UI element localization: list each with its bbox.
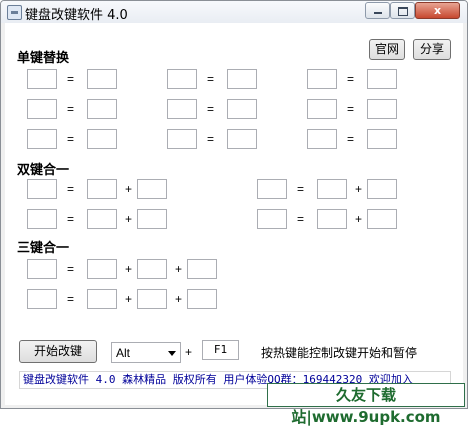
modifier-select-value: Alt: [116, 346, 131, 360]
single-src-input[interactable]: [307, 99, 337, 119]
watermark-banner: 久友下载站|www.9upk.com: [267, 383, 465, 426]
double-key2-input[interactable]: [137, 179, 167, 199]
single-dst-input[interactable]: [367, 129, 397, 149]
plus-sign: +: [185, 345, 193, 359]
equals-sign: =: [67, 212, 75, 226]
double-key1-input[interactable]: [87, 209, 117, 229]
plus-sign: +: [125, 292, 133, 306]
window-title: 键盘改键软件 4.0: [25, 8, 128, 23]
equals-sign: =: [207, 72, 215, 86]
equals-sign: =: [297, 182, 305, 196]
double-key2-input[interactable]: [367, 179, 397, 199]
title-bar: 键盘改键软件 4.0 x: [1, 1, 467, 23]
single-dst-input[interactable]: [87, 129, 117, 149]
single-src-input[interactable]: [27, 129, 57, 149]
double-dst-input[interactable]: [27, 209, 57, 229]
hotkey-input[interactable]: F1: [202, 340, 239, 360]
share-button[interactable]: 分享: [413, 39, 451, 60]
equals-sign: =: [207, 132, 215, 146]
single-src-input[interactable]: [307, 129, 337, 149]
close-icon[interactable]: x: [415, 2, 460, 19]
hotkey-hint: 按热键能控制改键开始和暂停: [261, 346, 418, 360]
single-src-input[interactable]: [167, 129, 197, 149]
section-title-single: 单键替换: [17, 51, 70, 66]
equals-sign: =: [67, 182, 75, 196]
single-dst-input[interactable]: [227, 99, 257, 119]
plus-sign: +: [125, 182, 133, 196]
single-src-input[interactable]: [27, 99, 57, 119]
plus-sign: +: [355, 212, 363, 226]
triple-dst-input[interactable]: [27, 259, 57, 279]
equals-sign: =: [207, 102, 215, 116]
plus-sign: +: [175, 292, 183, 306]
single-dst-input[interactable]: [87, 69, 117, 89]
plus-sign: +: [355, 182, 363, 196]
triple-key1-input[interactable]: [87, 289, 117, 309]
single-src-input[interactable]: [307, 69, 337, 89]
triple-key2-input[interactable]: [137, 259, 167, 279]
double-dst-input[interactable]: [257, 179, 287, 199]
section-title-triple: 三键合一: [17, 241, 70, 256]
triple-key3-input[interactable]: [187, 259, 217, 279]
equals-sign: =: [347, 72, 355, 86]
single-src-input[interactable]: [27, 69, 57, 89]
minimize-icon[interactable]: [365, 2, 390, 19]
plus-sign: +: [175, 262, 183, 276]
single-dst-input[interactable]: [227, 129, 257, 149]
single-src-input[interactable]: [167, 99, 197, 119]
equals-sign: =: [347, 102, 355, 116]
double-key2-input[interactable]: [367, 209, 397, 229]
main-panel: 官网 分享 单键替换 = = = = = = = = = 双键合一 = + = …: [5, 23, 463, 405]
single-dst-input[interactable]: [87, 99, 117, 119]
equals-sign: =: [67, 72, 75, 86]
app-icon: [7, 5, 22, 20]
triple-key1-input[interactable]: [87, 259, 117, 279]
official-site-button[interactable]: 官网: [369, 39, 405, 60]
equals-sign: =: [67, 292, 75, 306]
start-remap-button[interactable]: 开始改键: [19, 340, 97, 363]
equals-sign: =: [347, 132, 355, 146]
equals-sign: =: [297, 212, 305, 226]
equals-sign: =: [67, 132, 75, 146]
section-title-double: 双键合一: [17, 163, 70, 178]
double-dst-input[interactable]: [27, 179, 57, 199]
single-src-input[interactable]: [167, 69, 197, 89]
maximize-icon[interactable]: [390, 2, 415, 19]
app-window: 键盘改键软件 4.0 x 官网 分享 单键替换 = = = = = = = = …: [0, 0, 468, 409]
equals-sign: =: [67, 262, 75, 276]
triple-key3-input[interactable]: [187, 289, 217, 309]
chevron-down-icon[interactable]: [168, 351, 176, 356]
double-key1-input[interactable]: [317, 179, 347, 199]
modifier-select[interactable]: Alt: [111, 342, 181, 363]
double-key1-input[interactable]: [317, 209, 347, 229]
single-dst-input[interactable]: [227, 69, 257, 89]
triple-dst-input[interactable]: [27, 289, 57, 309]
equals-sign: =: [67, 102, 75, 116]
triple-key2-input[interactable]: [137, 289, 167, 309]
double-dst-input[interactable]: [257, 209, 287, 229]
double-key2-input[interactable]: [137, 209, 167, 229]
single-dst-input[interactable]: [367, 69, 397, 89]
plus-sign: +: [125, 212, 133, 226]
double-key1-input[interactable]: [87, 179, 117, 199]
plus-sign: +: [125, 262, 133, 276]
single-dst-input[interactable]: [367, 99, 397, 119]
